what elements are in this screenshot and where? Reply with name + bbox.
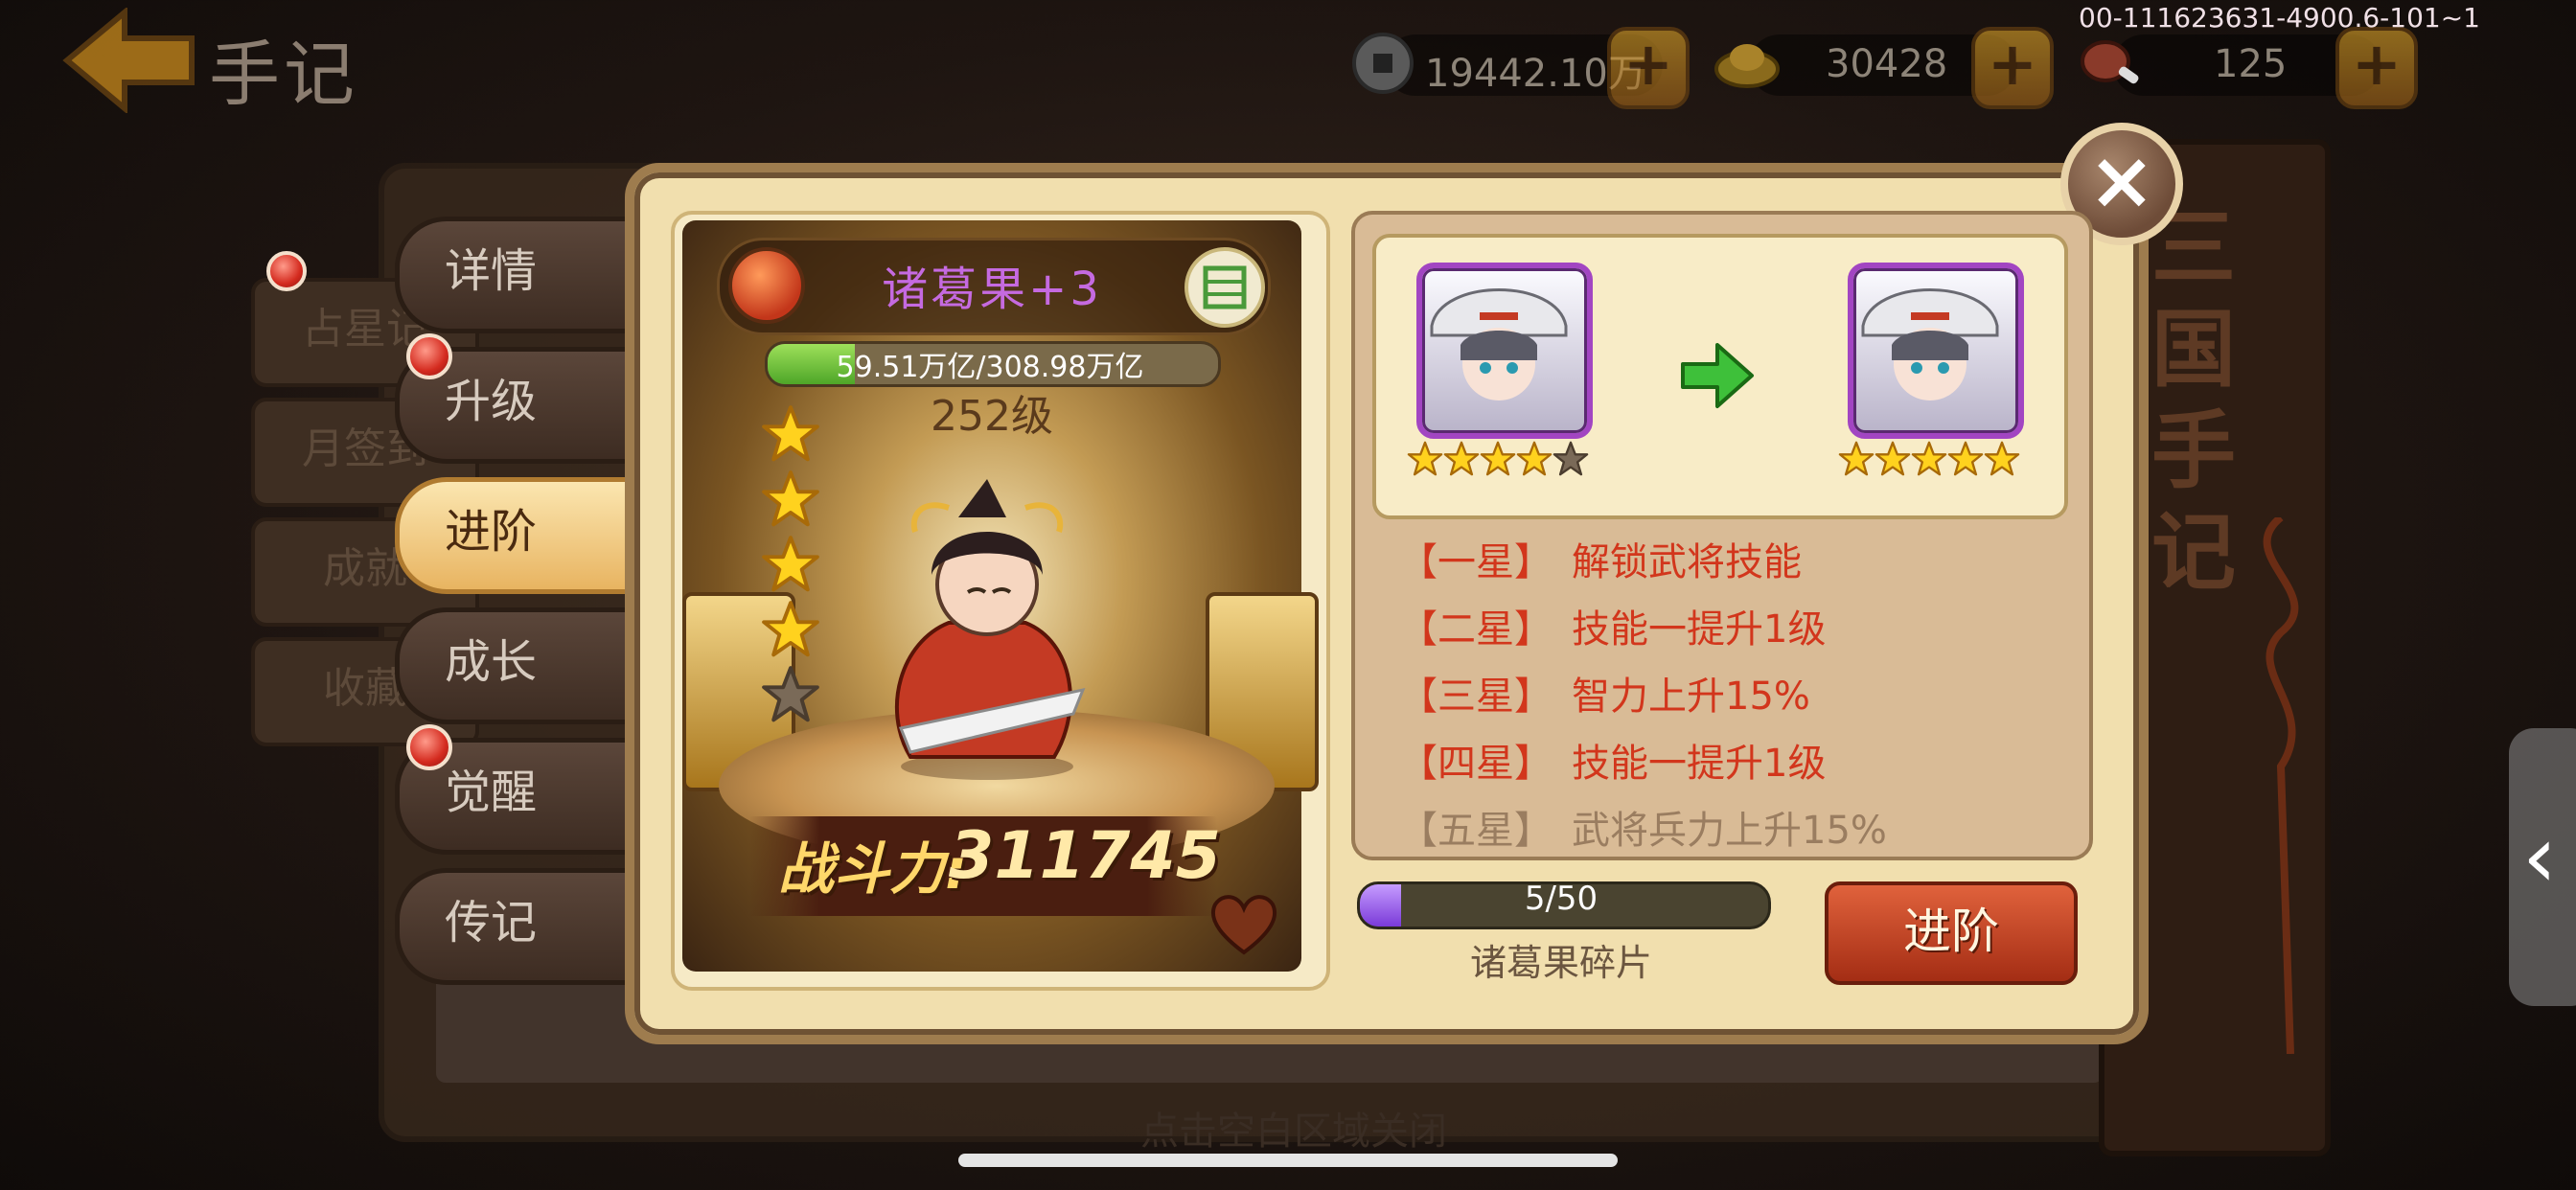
home-indicator[interactable] — [958, 1154, 1618, 1167]
close-hint[interactable]: 点击空白区域关闭 — [958, 1100, 1629, 1156]
hero-star-icon — [761, 600, 822, 661]
hero-figure — [895, 479, 1086, 780]
skill-desc: 技能一提升1级 — [1572, 742, 1827, 786]
skill-line-1: 【一星】 解锁武将技能 — [1399, 531, 2070, 586]
hero-star-icon — [761, 665, 822, 726]
star-icon — [1947, 441, 1984, 477]
star-icon — [1480, 441, 1516, 477]
copper-coin-icon — [1352, 33, 1414, 94]
star-shape — [1407, 441, 1443, 476]
star-shape — [1480, 441, 1516, 476]
advance-button[interactable]: 进阶 — [1825, 881, 2078, 985]
gold-ingot-icon — [1714, 44, 1780, 88]
add-copper-button[interactable]: + — [1607, 27, 1690, 109]
star-shape — [762, 405, 819, 462]
back-arrow-button[interactable] — [58, 8, 201, 113]
star-icon — [1443, 441, 1480, 477]
scroll-map-icon[interactable] — [1184, 247, 1265, 328]
stamina-counter: 125 + — [2075, 27, 2420, 109]
skill-tag: 【五星】 — [1399, 809, 1552, 853]
hero-exp-text: 59.51万亿/308.98万亿 — [836, 351, 1144, 384]
star-shape — [762, 536, 819, 592]
arrow-right-icon — [1681, 343, 1754, 408]
rope-decoration — [2263, 517, 2299, 1054]
star-icon — [1516, 441, 1552, 477]
power-value: 311745 — [949, 818, 1221, 894]
star-shape — [1552, 441, 1589, 476]
hero-star-icon — [761, 535, 822, 596]
hero-name: 诸葛果+3 — [882, 263, 1102, 316]
star-icon — [1984, 441, 2020, 477]
skill-tag: 【一星】 — [1399, 540, 1552, 584]
star-icon — [1407, 441, 1443, 477]
gold-ingot-value: 30428 — [1826, 42, 1948, 86]
star-icon — [1838, 441, 1874, 477]
power-label: 战斗力: — [778, 836, 968, 902]
version-text: 00-111623631-4900.6-101~1 — [2079, 2, 2480, 34]
hero-portrait-before — [1416, 263, 1593, 439]
hero-portrait-after — [1848, 263, 2024, 439]
hero-portrait-before-art — [1430, 288, 1568, 400]
star-shape — [762, 666, 819, 722]
skill-line-5: 【五星】 武将兵力上升15% — [1399, 799, 2070, 855]
star-shape — [1984, 441, 2020, 476]
star-shape — [1443, 441, 1480, 476]
hero-star-icon — [761, 469, 822, 531]
awaken-badge — [406, 724, 452, 770]
star-icon — [1552, 441, 1589, 477]
star-icon — [1874, 441, 1911, 477]
skill-desc: 智力上升15% — [1572, 675, 1810, 719]
chevron-left-icon[interactable]: ‹ — [2522, 807, 2557, 907]
hero-star-icon — [761, 404, 822, 466]
star-shape — [762, 470, 819, 527]
page-title: 手记 — [209, 34, 358, 116]
skill-tag: 【二星】 — [1399, 607, 1552, 652]
star-shape — [1874, 441, 1911, 476]
star-shape — [1947, 441, 1984, 476]
hero-rank-icon[interactable] — [728, 247, 805, 324]
upgrade-badge — [406, 333, 452, 379]
tab-biography[interactable]: 传记 — [395, 868, 654, 985]
star-shape — [1838, 441, 1874, 476]
skill-line-2: 【二星】 技能一提升1级 — [1399, 598, 2070, 653]
star-shape — [762, 601, 819, 657]
tab-details[interactable]: 详情 — [395, 217, 654, 333]
skill-desc: 武将兵力上升15% — [1572, 809, 1887, 853]
copper-coin-counter: 19442.10万 + — [1346, 27, 1701, 109]
skill-tag: 【三星】 — [1399, 675, 1552, 719]
tab-growth[interactable]: 成长 — [395, 607, 654, 724]
star-icon — [1911, 441, 1947, 477]
skill-line-4: 【四星】 技能一提升1级 — [1399, 732, 2070, 788]
tab-advance[interactable]: 进阶 — [395, 477, 654, 594]
star-shape — [1911, 441, 1947, 476]
skill-desc: 技能一提升1级 — [1572, 607, 1827, 652]
gold-ingot-counter: 30428 + — [1711, 27, 2056, 109]
add-gold-button[interactable]: + — [1971, 27, 2054, 109]
skill-desc: 解锁武将技能 — [1572, 540, 1802, 584]
stamina-value: 125 — [2214, 42, 2288, 86]
hero-level: 252级 — [931, 392, 1053, 441]
fragment-label: 诸葛果碎片 — [1469, 942, 1652, 984]
skill-line-3: 【三星】 智力上升15% — [1399, 665, 2070, 721]
meat-stamina-icon — [2081, 40, 2139, 84]
skill-tag: 【四星】 — [1399, 742, 1552, 786]
heart-icon[interactable] — [1206, 891, 1282, 958]
back-tab-badge — [266, 251, 307, 291]
hero-portrait-after-art — [1861, 288, 1999, 400]
add-stamina-button[interactable]: + — [2335, 27, 2418, 109]
star-shape — [1516, 441, 1552, 476]
fragment-count: 5/50 — [1524, 880, 1598, 918]
